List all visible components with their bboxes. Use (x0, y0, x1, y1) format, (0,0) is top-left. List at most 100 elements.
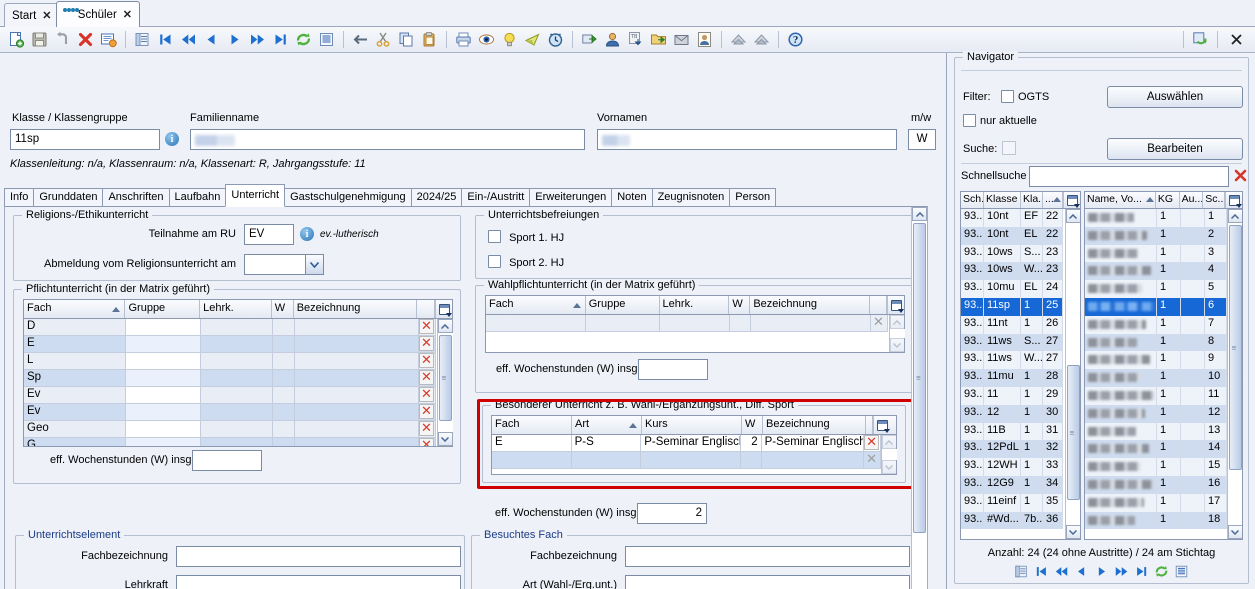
delete-row-icon[interactable]: ✕ (419, 421, 434, 436)
gender-value[interactable]: W (908, 129, 936, 150)
navigator-class-row[interactable]: 93... 12 1 30 (961, 404, 1065, 423)
copy-icon[interactable] (396, 29, 417, 50)
klasse-input[interactable]: 11sp (10, 129, 160, 150)
tab-2024-25[interactable]: 2024/25 (410, 188, 463, 207)
col-kla[interactable]: Kla... (1021, 192, 1043, 208)
table-row[interactable]: E ✕ (24, 336, 437, 353)
undo-icon[interactable] (52, 29, 73, 50)
bf-art-input[interactable] (625, 575, 910, 589)
back-arrow-icon[interactable] (350, 29, 371, 50)
bf-fachbezeichnung-input[interactable] (625, 546, 910, 567)
lehrkraft-input[interactable] (176, 575, 461, 589)
import-icon[interactable]: TB (625, 29, 646, 50)
refresh-icon[interactable] (293, 29, 314, 50)
col-w[interactable]: W (272, 300, 294, 318)
scroll-up-button[interactable] (1065, 209, 1080, 223)
table-row[interactable]: ✕ (486, 315, 889, 332)
column-config-button[interactable] (1225, 192, 1242, 208)
suche-indicator[interactable] (1002, 141, 1016, 155)
navigator-class-row[interactable]: 93... 10nt EL 22 (961, 226, 1065, 245)
tab-ein-austritt[interactable]: Ein-/Austritt (461, 188, 531, 207)
tab-erweiterungen[interactable]: Erweiterungen (529, 188, 613, 207)
tab-laufbahn[interactable]: Laufbahn (168, 188, 227, 207)
edit-record-icon[interactable] (98, 29, 119, 50)
navigator-class-row[interactable]: 93... 12G9 1 34 (961, 475, 1065, 494)
navigator-name-row[interactable]: 1 14 (1085, 440, 1227, 459)
column-config-button[interactable] (1063, 192, 1080, 208)
print-icon[interactable] (453, 29, 474, 50)
col-kurs[interactable]: Kurs (642, 416, 742, 434)
close-icon[interactable]: ✕ (42, 9, 51, 22)
scroll-track[interactable] (437, 333, 453, 432)
close-window-icon[interactable] (1224, 29, 1248, 50)
table-row[interactable]: ✕ (492, 452, 881, 469)
preview-icon[interactable] (476, 29, 497, 50)
checkbox-sport-1hj[interactable]: Sport 1. HJ (488, 230, 564, 244)
grid-scrollbar[interactable] (1227, 209, 1242, 539)
delete-row-icon[interactable]: ✕ (419, 353, 434, 368)
col-w[interactable]: W (742, 416, 763, 434)
col-lehrk[interactable]: Lehrk. (200, 300, 272, 318)
scroll-up-button[interactable] (1227, 209, 1242, 223)
col-fach[interactable]: Fach (24, 300, 126, 318)
person-icon[interactable] (602, 29, 623, 50)
window-tab-schueler[interactable]: Schüler ✕ (56, 1, 140, 27)
checkbox-sport-2hj[interactable]: Sport 2. HJ (488, 255, 564, 269)
navigator-name-row[interactable]: 1 11 (1085, 386, 1227, 405)
teilnahme-ru-input[interactable]: EV (244, 224, 294, 245)
navigator-name-row[interactable]: 17 (1085, 315, 1227, 334)
table-row[interactable]: Sp ✕ (24, 370, 437, 387)
scroll-down-button[interactable] (437, 432, 453, 446)
col-name[interactable]: Name, Vo... (1085, 192, 1156, 208)
schnellsuche-input[interactable] (1029, 166, 1229, 187)
col-fach[interactable]: Fach (486, 296, 586, 314)
col-bezeichnung[interactable]: Bezeichnung (750, 296, 871, 314)
new-document-icon[interactable] (6, 29, 27, 50)
navigator-class-row[interactable]: 93... 12PdL 1 32 (961, 440, 1065, 459)
scroll-thumb[interactable] (1066, 365, 1080, 500)
navigator-class-row[interactable]: 93... 10ws W... 23 (961, 262, 1065, 281)
scroll-up-button[interactable] (881, 435, 897, 449)
table-row[interactable]: E P-S P-Seminar Englisch 2 P-Seminar Eng… (492, 435, 881, 452)
scroll-thumb[interactable] (1228, 225, 1242, 470)
fast-back-icon[interactable] (1053, 563, 1070, 580)
col-bezeichnung[interactable]: Bezeichnung (294, 300, 418, 318)
delete-row-icon[interactable]: ✕ (864, 452, 879, 467)
scroll-up-button[interactable] (889, 315, 905, 329)
info-icon[interactable]: i (165, 132, 179, 146)
checkbox-ogts[interactable] (1001, 90, 1014, 103)
panel-scrollbar[interactable] (911, 207, 927, 589)
col-gruppe[interactable]: Gruppe (586, 296, 660, 314)
first-record-icon[interactable] (1033, 563, 1050, 580)
delete-row-icon[interactable]: ✕ (419, 438, 434, 446)
navigator-name-row[interactable]: 1 17 (1085, 493, 1227, 512)
navigator-class-row[interactable]: 93... 10nt EF 22 (961, 209, 1065, 227)
refresh-window-icon[interactable] (1190, 29, 1211, 50)
scroll-track[interactable] (912, 221, 927, 589)
mail-icon[interactable] (522, 29, 543, 50)
column-config-button[interactable] (873, 416, 890, 434)
table-scrollbar[interactable] (889, 315, 905, 352)
tab-grunddaten[interactable]: Grunddaten (33, 188, 104, 207)
up-merge-icon[interactable] (728, 29, 749, 50)
clock-icon[interactable] (545, 29, 566, 50)
delete-row-icon[interactable]: ✕ (871, 315, 886, 330)
navigator-name-row[interactable]: 14 (1085, 262, 1227, 281)
info-icon[interactable]: i (300, 227, 314, 241)
navigator-name-row[interactable]: 13 (1085, 244, 1227, 263)
navigator-name-row[interactable]: 11 (1085, 209, 1227, 227)
prev-record-icon[interactable] (201, 29, 222, 50)
fast-forward-icon[interactable] (247, 29, 268, 50)
tab-info[interactable]: Info (4, 188, 35, 207)
table-scrollbar[interactable] (437, 319, 453, 446)
navigator-class-row[interactable]: 93... 11mu 1 28 (961, 369, 1065, 387)
navigator-name-row[interactable]: 12 (1085, 226, 1227, 245)
tab-unterricht[interactable]: Unterricht (225, 184, 286, 207)
familienname-input[interactable] (190, 129, 585, 150)
navigator-name-row[interactable]: 1 18 (1085, 511, 1227, 530)
last-record-icon[interactable] (1133, 563, 1150, 580)
help-icon[interactable]: ? (785, 29, 806, 50)
delete-row-icon[interactable]: ✕ (419, 370, 434, 385)
col-sortnum[interactable]: ... (1043, 192, 1063, 208)
col-sch[interactable]: Sch... (961, 192, 984, 208)
